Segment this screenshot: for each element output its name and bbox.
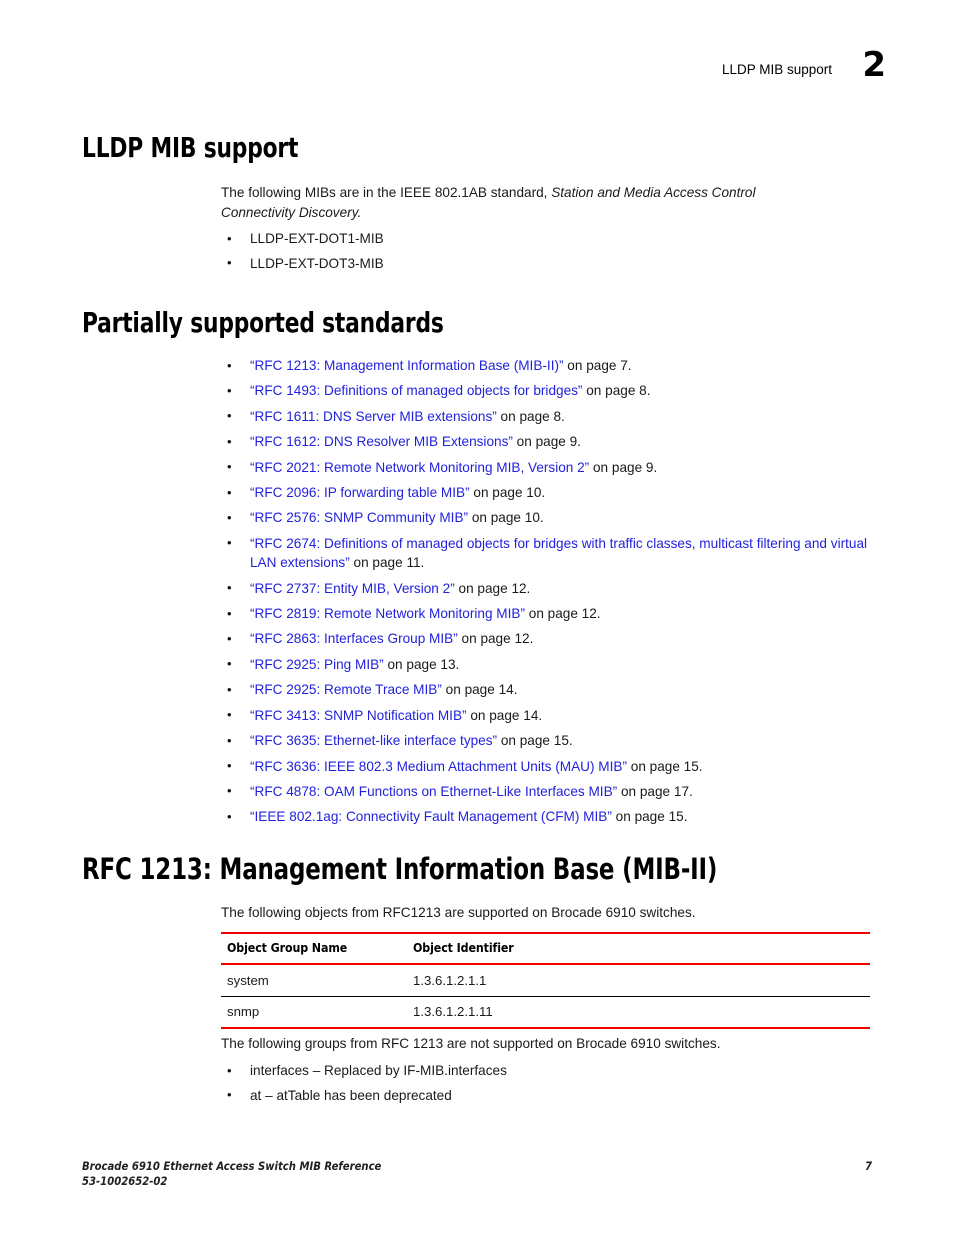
cell-object-group-name: system (221, 964, 407, 997)
rfc1213-intro-paragraph: The following objects from RFC1213 are s… (221, 905, 696, 920)
page-reference: on page 8. (496, 408, 565, 424)
page-reference: on page 15. (611, 809, 688, 825)
cross-reference-link[interactable]: “RFC 2096: IP forwarding table MIB” (250, 485, 470, 500)
footer-document-title: Brocade 6910 Ethernet Access Switch MIB … (82, 1160, 382, 1173)
list-item: “RFC 1213: Management Information Base (… (221, 355, 881, 375)
lldp-intro-lead: The following MIBs are in the IEEE 802.1… (221, 185, 552, 200)
table-row: snmp 1.3.6.1.2.1.11 (221, 996, 870, 1029)
list-item: LLDP-EXT-DOT1-MIB (221, 228, 881, 248)
cross-reference-link[interactable]: “RFC 2863: Interfaces Group MIB” (250, 631, 458, 646)
page-reference: on page 17. (617, 783, 693, 799)
lldp-mib-list: LLDP-EXT-DOT1-MIB LLDP-EXT-DOT3-MIB (221, 228, 881, 278)
list-item: LLDP-EXT-DOT3-MIB (221, 253, 881, 273)
list-item: “RFC 2737: Entity MIB, Version 2” on pag… (221, 578, 881, 598)
table-header-row: Object Group Name Object Identifier (221, 932, 870, 965)
page-reference: on page 12. (454, 580, 531, 596)
lldp-intro-paragraph: The following MIBs are in the IEEE 802.1… (221, 183, 821, 222)
cross-reference-link[interactable]: “RFC 1493: Definitions of managed object… (250, 383, 582, 398)
cell-object-identifier: 1.3.6.1.2.1.1 (407, 964, 870, 997)
partially-supported-list: “RFC 1213: Management Information Base (… (221, 355, 881, 833)
list-item: “RFC 2021: Remote Network Monitoring MIB… (221, 457, 881, 477)
cross-reference-link[interactable]: “RFC 1612: DNS Resolver MIB Extensions” (250, 434, 513, 449)
list-item: “RFC 3635: Ethernet-like interface types… (221, 731, 881, 751)
list-item: “RFC 2576: SNMP Community MIB” on page 1… (221, 508, 881, 528)
running-header-title: LLDP MIB support (721, 62, 832, 77)
page-reference: on page 9. (589, 459, 658, 475)
page-reference: on page 15. (497, 733, 573, 749)
heading-rfc-1213: RFC 1213: Management Information Base (M… (82, 852, 718, 886)
page-reference: on page 8. (582, 383, 651, 399)
list-item: “RFC 2925: Remote Trace MIB” on page 14. (221, 680, 881, 700)
list-item: “RFC 1493: Definitions of managed object… (221, 381, 881, 401)
cross-reference-link[interactable]: “RFC 2925: Remote Trace MIB” (250, 682, 442, 697)
heading-lldp-mib-support: LLDP MIB support (82, 132, 299, 164)
page-reference: on page 13. (383, 656, 460, 672)
list-item: “RFC 2674: Definitions of managed object… (221, 533, 881, 573)
page-reference: on page 9. (512, 434, 581, 450)
list-item: “RFC 1612: DNS Resolver MIB Extensions” … (221, 432, 881, 452)
list-item: “RFC 3636: IEEE 802.3 Medium Attachment … (221, 756, 881, 776)
cross-reference-link[interactable]: “RFC 2674: Definitions of managed object… (250, 536, 867, 570)
page-reference: on page 15. (626, 758, 703, 774)
list-item: “RFC 4878: OAM Functions on Ethernet-Lik… (221, 781, 881, 801)
document-page: LLDP MIB support 2 LLDP MIB support The … (0, 0, 954, 1235)
cell-object-group-name: snmp (221, 996, 407, 1029)
list-item: “RFC 1611: DNS Server MIB extensions” on… (221, 406, 881, 426)
page-reference: on page 12. (457, 631, 534, 647)
cell-object-identifier: 1.3.6.1.2.1.11 (407, 996, 870, 1029)
list-item: “RFC 3413: SNMP Notification MIB” on pag… (221, 705, 881, 725)
page-reference: on page 10. (469, 485, 546, 501)
page-reference: on page 14. (466, 707, 543, 723)
page-reference: on page 7. (563, 358, 632, 373)
cross-reference-link[interactable]: “RFC 1611: DNS Server MIB extensions” (250, 409, 497, 424)
cross-reference-link[interactable]: “RFC 2021: Remote Network Monitoring MIB… (250, 460, 589, 475)
column-header-object-group-name: Object Group Name (221, 932, 407, 965)
list-item: “RFC 2925: Ping MIB” on page 13. (221, 654, 881, 674)
list-item: “RFC 2863: Interfaces Group MIB” on page… (221, 629, 881, 649)
cross-reference-link[interactable]: “IEEE 802.1ag: Connectivity Fault Manage… (250, 809, 612, 824)
footer-line-title: Brocade 6910 Ethernet Access Switch MIB … (82, 1160, 872, 1175)
page-header: LLDP MIB support 2 (0, 48, 954, 100)
page-reference: on page 14. (441, 682, 518, 698)
rfc1213-outro-paragraph: The following groups from RFC 1213 are n… (221, 1036, 721, 1051)
column-header-object-identifier: Object Identifier (407, 932, 870, 965)
cross-reference-link[interactable]: “RFC 2819: Remote Network Monitoring MIB… (250, 606, 525, 621)
cross-reference-link[interactable]: “RFC 2737: Entity MIB, Version 2” (250, 581, 455, 596)
list-item: “IEEE 802.1ag: Connectivity Fault Manage… (221, 807, 881, 827)
object-group-table-wrapper: Object Group Name Object Identifier syst… (221, 932, 870, 1029)
chapter-number: 2 (862, 45, 886, 85)
list-item: “RFC 2096: IP forwarding table MIB” on p… (221, 483, 881, 503)
heading-partially-supported-standards: Partially supported standards (82, 307, 444, 339)
page-reference: on page 11. (349, 555, 425, 571)
cross-reference-link[interactable]: “RFC 2925: Ping MIB” (250, 657, 384, 672)
cross-reference-link[interactable]: “RFC 1213: Management Information Base (… (250, 358, 564, 373)
object-group-table: Object Group Name Object Identifier syst… (221, 932, 870, 1029)
cross-reference-link[interactable]: “RFC 4878: OAM Functions on Ethernet-Lik… (250, 784, 617, 799)
cross-reference-link[interactable]: “RFC 2576: SNMP Community MIB” (250, 510, 468, 525)
list-item: at – atTable has been deprecated (221, 1085, 881, 1105)
list-item: “RFC 2819: Remote Network Monitoring MIB… (221, 604, 881, 624)
cross-reference-link[interactable]: “RFC 3413: SNMP Notification MIB” (250, 708, 467, 723)
table-row: system 1.3.6.1.2.1.1 (221, 964, 870, 997)
page-reference: on page 12. (524, 606, 601, 622)
unsupported-groups-list: interfaces – Replaced by IF-MIB.interfac… (221, 1060, 881, 1110)
page-footer: Brocade 6910 Ethernet Access Switch MIB … (82, 1160, 872, 1189)
footer-document-number: 53-1002652-02 (82, 1174, 168, 1188)
cross-reference-link[interactable]: “RFC 3635: Ethernet-like interface types… (250, 733, 497, 748)
page-number: 7 (864, 1160, 872, 1173)
page-reference: on page 10. (468, 510, 544, 526)
cross-reference-link[interactable]: “RFC 3636: IEEE 802.3 Medium Attachment … (250, 759, 627, 774)
list-item: interfaces – Replaced by IF-MIB.interfac… (221, 1060, 881, 1080)
